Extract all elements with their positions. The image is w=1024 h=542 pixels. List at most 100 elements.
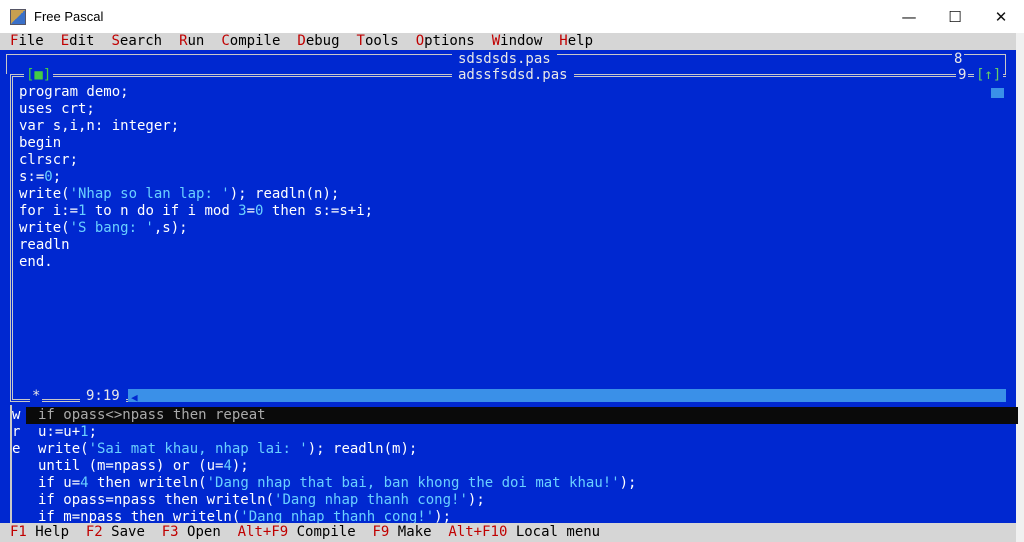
lower-editor-window[interactable]: wre if opass<>npass then repeat u:=u+1; w… <box>10 405 1018 526</box>
horizontal-scrollbar[interactable]: ◀ <box>128 389 1006 404</box>
number-literal: 3 <box>238 203 247 219</box>
menu-hotkey: O <box>415 33 425 49</box>
menu-search[interactable]: Search <box>111 33 162 50</box>
status-local-menu[interactable]: Alt+F10 Local menu <box>448 524 617 540</box>
code-line[interactable]: program demo; <box>19 84 373 101</box>
code-text: program demo; <box>19 84 129 100</box>
code-line[interactable]: if opass=npass then writeln('Dang nhap t… <box>38 492 636 509</box>
code-line[interactable]: end. <box>19 254 373 271</box>
maximize-button[interactable]: ☐ <box>932 0 978 33</box>
back-window-title[interactable]: sdsdsds.pas <box>452 52 557 66</box>
code-line[interactable]: write('Nhap so lan lap: '); readln(n); <box>19 186 373 203</box>
status-open[interactable]: F3 Open <box>162 524 238 540</box>
code-line[interactable]: write('Sai mat khau, nhap lai: '); readl… <box>38 441 636 458</box>
background-window-edge <box>1016 33 1024 542</box>
code-line[interactable]: s:=0; <box>19 169 373 186</box>
status-label: Help <box>26 524 86 540</box>
menu-file[interactable]: File <box>10 33 44 50</box>
number-literal: 4 <box>80 475 89 491</box>
status-help[interactable]: F1 Help <box>10 524 86 540</box>
menu-label: ile <box>18 33 44 49</box>
close-button[interactable]: ✕ <box>978 0 1024 33</box>
side-char: w <box>12 407 21 423</box>
code-text: = <box>246 203 256 219</box>
side-char: r <box>12 424 21 440</box>
modified-indicator: * <box>30 388 43 404</box>
status-save[interactable]: F2 Save <box>86 524 162 540</box>
code-text: clrscr; <box>19 152 79 168</box>
menu-label: indow <box>500 33 543 49</box>
code-text: readln <box>19 237 70 253</box>
highlighted-line[interactable]: if opass<>npass then repeat <box>26 407 1018 424</box>
menu-help[interactable]: Help <box>559 33 593 50</box>
menu-label: ools <box>364 33 399 49</box>
menu-bar: File Edit Search Run Compile Debug Tools Option… <box>0 33 1016 50</box>
vertical-scroll-up-arrow[interactable] <box>991 88 1004 98</box>
string-literal: 'Sai mat khau, nhap lai: ' <box>88 441 308 457</box>
code-line[interactable]: clrscr; <box>19 152 373 169</box>
code-text: ); readln(n); <box>229 186 340 202</box>
scroll-left-arrow[interactable]: ◀ <box>128 391 138 404</box>
menu-tools[interactable]: Tools <box>357 33 399 50</box>
side-char: e <box>12 441 21 457</box>
status-key: F9 <box>372 524 390 540</box>
number-literal: 0 <box>44 169 53 185</box>
window-title: Free Pascal <box>34 9 104 24</box>
code-text: ); <box>619 475 637 491</box>
menu-hotkey: E <box>60 33 70 49</box>
editor-close-box[interactable]: [■] <box>24 68 54 82</box>
menu-label: earch <box>119 33 163 49</box>
status-key: F3 <box>161 524 179 540</box>
status-key: Alt+F10 <box>448 524 508 540</box>
string-literal: 'Nhap so lan lap: ' <box>69 186 230 202</box>
menu-hotkey: T <box>356 33 365 49</box>
menu-hotkey: S <box>111 33 120 49</box>
menu-debug[interactable]: Debug <box>297 33 339 50</box>
code-text: s:= <box>19 169 45 185</box>
code-line[interactable]: readln <box>19 237 373 254</box>
code-text: begin <box>19 135 62 151</box>
status-make[interactable]: F9 Make <box>373 524 449 540</box>
code-text: var s,i,n: integer; <box>19 118 180 134</box>
code-text: uses crt; <box>19 101 95 117</box>
code-line[interactable]: begin <box>19 135 373 152</box>
menu-hotkey: W <box>491 33 501 49</box>
code-text: write( <box>19 186 70 202</box>
cursor-position: 9:19 <box>80 389 126 403</box>
lower-code[interactable]: u:=u+1; write('Sai mat khau, nhap lai: ')… <box>38 424 636 526</box>
code-line[interactable]: var s,i,n: integer; <box>19 118 373 135</box>
editor-zoom-box[interactable]: [↑] <box>974 68 1004 82</box>
editor-code[interactable]: program demo; uses crt; var s,i,n: integer… <box>19 84 373 271</box>
menu-hotkey: C <box>221 33 230 49</box>
code-line[interactable]: uses crt; <box>19 101 373 118</box>
code-text: to n do if i mod <box>86 203 239 219</box>
title-bar: Free Pascal — ☐ ✕ <box>0 0 1024 33</box>
code-line[interactable]: if u=4 then writeln('Dang nhap that bai,… <box>38 475 636 492</box>
menu-edit[interactable]: Edit <box>61 33 95 50</box>
menu-hotkey: H <box>559 33 568 49</box>
status-key: Alt+F9 <box>237 524 289 540</box>
code-line[interactable]: write('S bang: ',s); <box>19 220 373 237</box>
menu-label: un <box>187 33 205 49</box>
status-compile[interactable]: Alt+F9 Compile <box>238 524 373 540</box>
code-line[interactable]: for i:=1 to n do if i mod 3=0 then s:=s+… <box>19 203 373 220</box>
string-literal: 'S bang: ' <box>69 220 154 236</box>
code-text: ); readln(m); <box>307 441 418 457</box>
code-line[interactable]: u:=u+1; <box>38 424 636 441</box>
code-text: write( <box>38 441 89 457</box>
editor-window-title[interactable]: adssfsdsd.pas <box>452 68 574 82</box>
status-label: Make <box>389 524 449 540</box>
menu-label: ebug <box>305 33 340 49</box>
code-text: end. <box>19 254 53 270</box>
status-label: Compile <box>288 524 373 540</box>
code-text: ,s); <box>153 220 188 236</box>
minimize-button[interactable]: — <box>886 0 932 33</box>
menu-options[interactable]: Options <box>416 33 475 50</box>
code-text: ); <box>231 458 249 474</box>
menu-window[interactable]: Window <box>492 33 543 50</box>
menu-compile[interactable]: Compile <box>221 33 280 50</box>
editor-window-number: 9 <box>956 67 969 83</box>
status-label: Save <box>102 524 162 540</box>
menu-run[interactable]: Run <box>179 33 204 50</box>
code-line[interactable]: until (m=npass) or (u=4); <box>38 458 636 475</box>
